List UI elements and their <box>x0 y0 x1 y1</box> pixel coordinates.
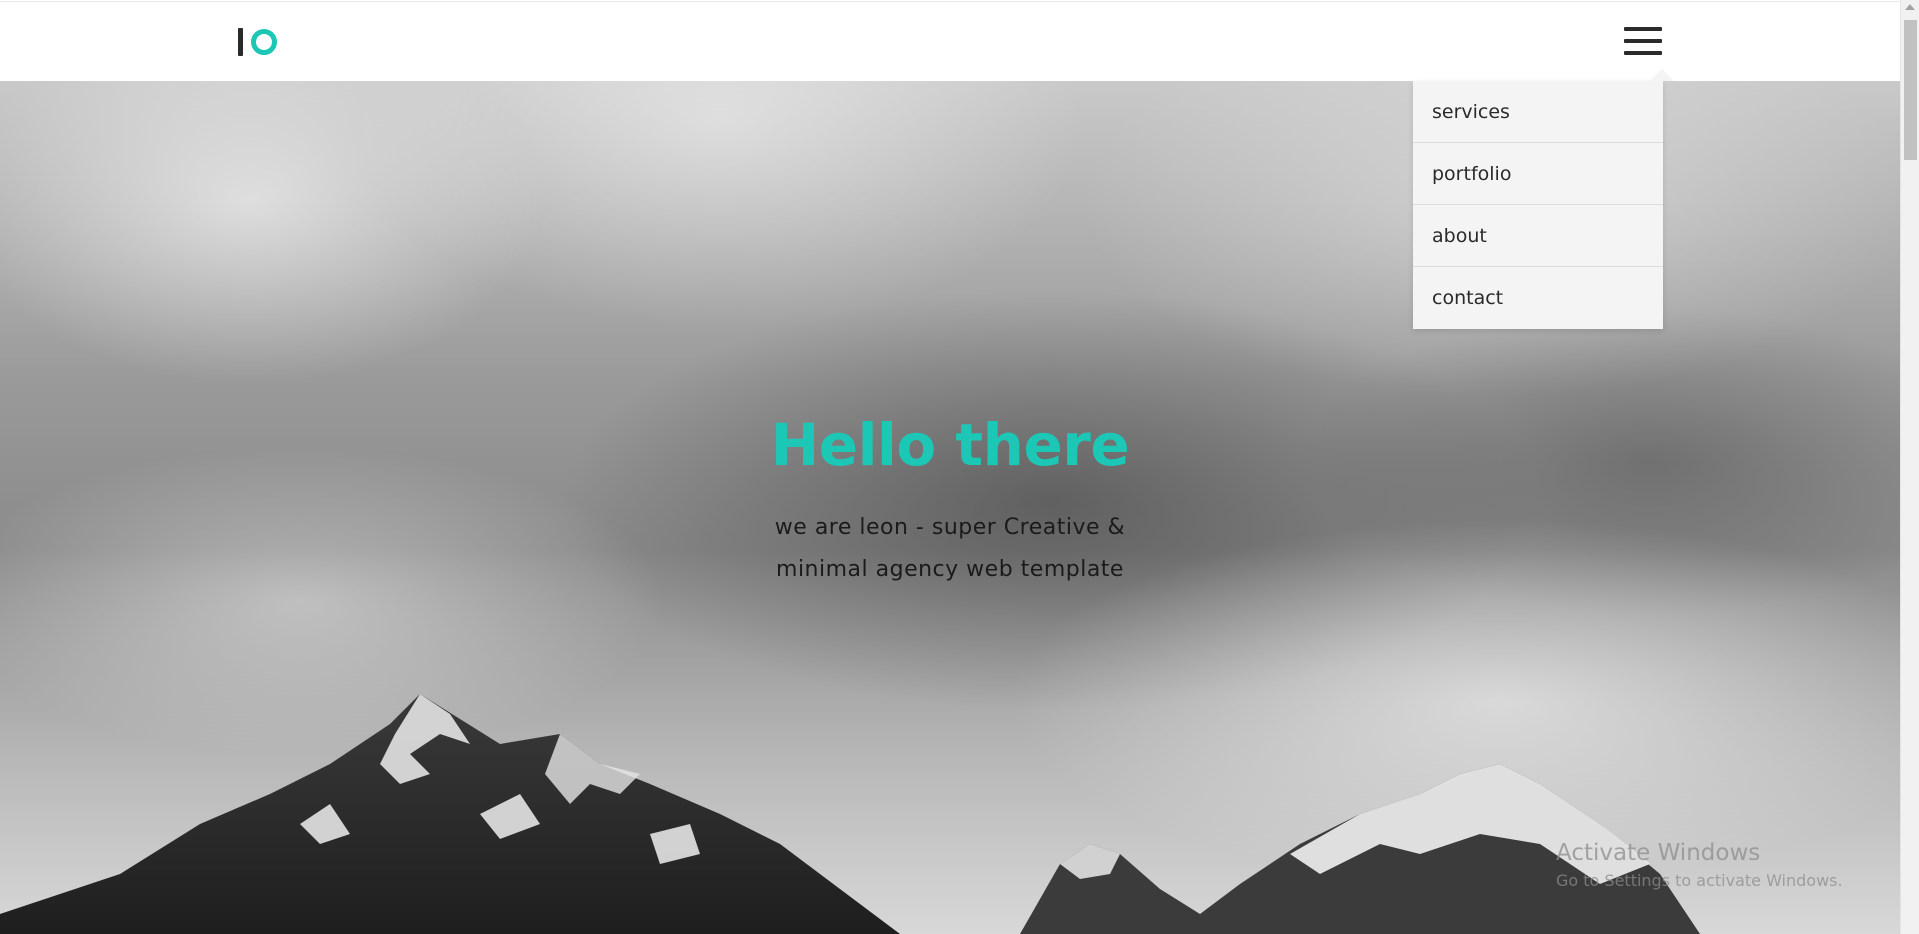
menu-item-portfolio[interactable]: portfolio <box>1413 143 1663 205</box>
scrollbar-thumb[interactable] <box>1904 20 1917 160</box>
menu-caret <box>1650 69 1674 81</box>
menu-item-contact[interactable]: contact <box>1413 267 1663 329</box>
mountain-background-image <box>0 694 1700 934</box>
logo-ring-icon <box>251 29 277 55</box>
hamburger-line <box>1624 27 1662 31</box>
hero-subtitle-line-2: minimal agency web template <box>776 557 1124 582</box>
windows-activation-watermark: Activate Windows Go to Settings to activ… <box>1556 838 1843 894</box>
logo-bar-icon <box>238 28 243 56</box>
vertical-scrollbar[interactable] <box>1900 0 1919 934</box>
hamburger-line <box>1624 51 1662 55</box>
watermark-title: Activate Windows <box>1556 840 1761 866</box>
page-viewport: Hello there we are leon - super Creative… <box>0 0 1900 934</box>
hamburger-menu-icon[interactable] <box>1624 27 1662 55</box>
hero-subtitle-line-1: we are leon - super Creative & <box>774 515 1126 540</box>
watermark-subtitle: Go to Settings to activate Windows. <box>1556 871 1843 890</box>
scroll-up-arrow-icon[interactable] <box>1905 4 1915 10</box>
hero-subtitle: we are leon - super Creative & minimal a… <box>0 507 1900 591</box>
hamburger-line <box>1624 39 1662 43</box>
dropdown-nav-menu: services portfolio about contact <box>1413 81 1663 329</box>
logo[interactable] <box>238 28 277 56</box>
hero-title: Hello there <box>770 411 1130 479</box>
menu-item-about[interactable]: about <box>1413 205 1663 267</box>
menu-item-services[interactable]: services <box>1413 81 1663 143</box>
site-header <box>0 1 1900 81</box>
